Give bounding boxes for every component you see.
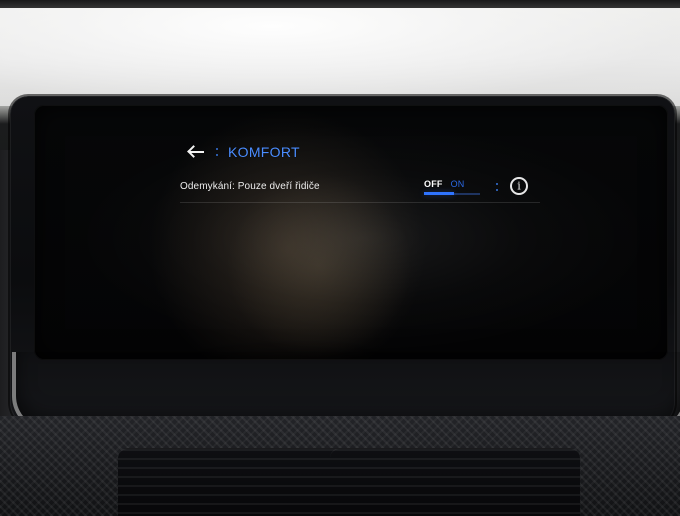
row-divider [180, 202, 540, 203]
toggle-option-off[interactable]: OFF [424, 179, 443, 189]
infotainment-ui: KOMFORT Odemykání: Pouze dveří řidiče OF… [34, 105, 668, 360]
toggle-thumb [424, 192, 454, 195]
back-arrow-icon[interactable] [188, 143, 206, 161]
setting-label: Odemykání: Pouze dveří řidiče [180, 180, 320, 192]
info-icon[interactable]: i [510, 177, 528, 195]
row-separator-dots-icon [494, 181, 500, 195]
separator-dots-icon [214, 145, 220, 159]
screen-header: KOMFORT [188, 143, 300, 161]
info-glyph: i [517, 179, 521, 192]
air-vent-right [330, 448, 580, 516]
setting-row: Odemykání: Pouze dveří řidiče OFF ON i [180, 171, 540, 203]
screen-title: KOMFORT [228, 144, 300, 160]
windshield-area [0, 0, 680, 106]
off-on-toggle[interactable]: OFF ON [424, 179, 480, 195]
toggle-option-on[interactable]: ON [451, 179, 465, 189]
dashboard-photo: KOMFORT Odemykání: Pouze dveří řidiče OF… [0, 0, 680, 516]
windshield-top-edge [0, 0, 680, 8]
